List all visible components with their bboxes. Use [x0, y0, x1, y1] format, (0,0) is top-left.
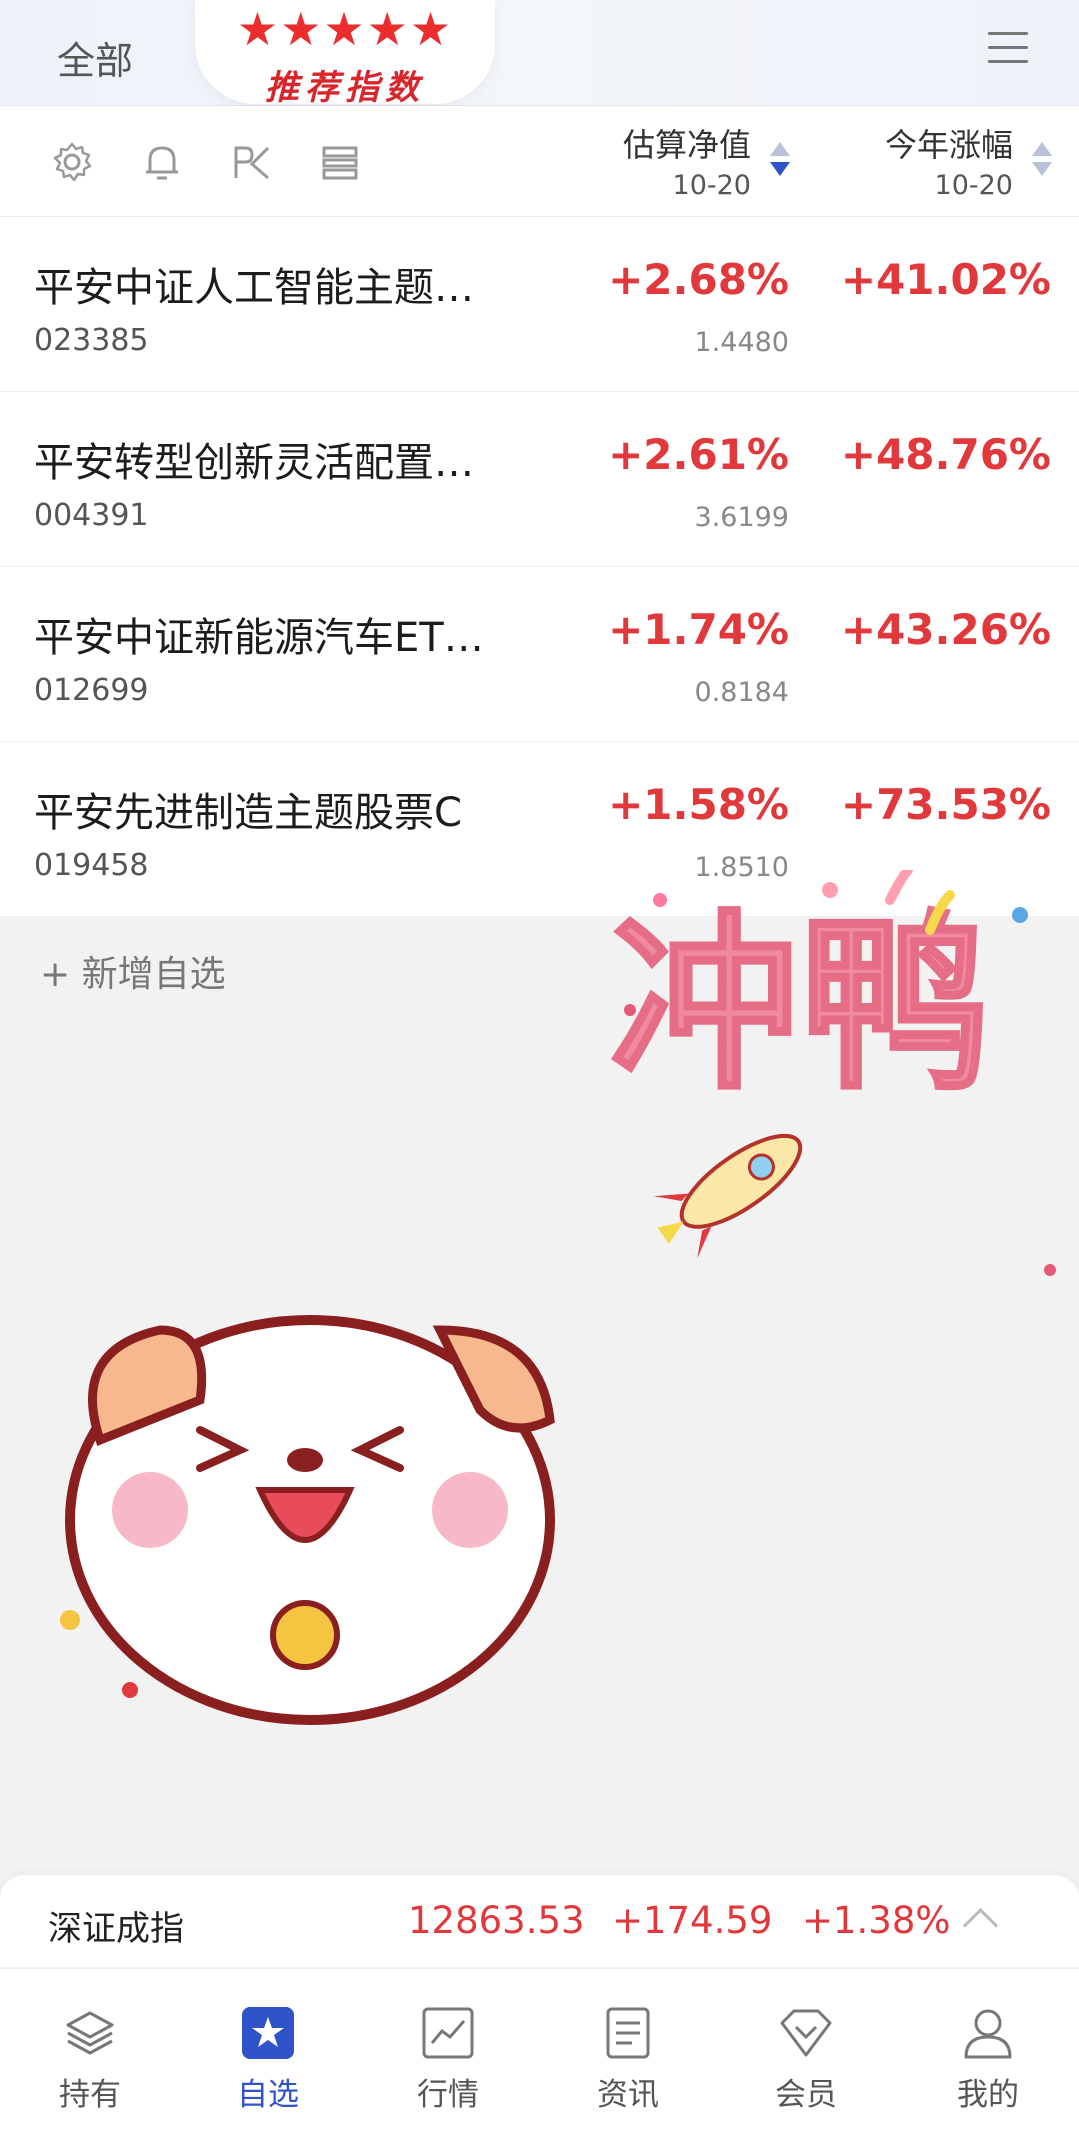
net-value: 0.8184 — [694, 677, 789, 708]
diamond-icon — [780, 2009, 832, 2057]
list-toolbar: 估算净值 10-20 今年涨幅 10-20 — [0, 106, 1079, 217]
ytd-change: +43.26% — [840, 605, 1051, 654]
sort-arrows-est[interactable] — [770, 142, 792, 186]
tab-label: 行情 — [417, 2077, 479, 2113]
tab-mine[interactable]: 我的 — [928, 2005, 1048, 2114]
dog-sticker-icon — [60, 1315, 555, 1725]
ytd-date: 10-20 — [934, 170, 1013, 201]
scope-filter[interactable]: 全部 — [57, 30, 133, 85]
est-nav-date: 10-20 — [672, 170, 751, 201]
tab-label: 持有 — [59, 2077, 121, 2113]
rating-stars: ★★★★★ — [236, 2, 454, 56]
sort-arrows-ytd[interactable] — [1032, 142, 1054, 186]
tab-label: 自选 — [237, 2077, 299, 2113]
ytd-change: +48.76% — [840, 430, 1051, 479]
top-bar: 全部 ★★★★★ 推荐指数 — [0, 0, 1079, 108]
ytd-title: 今年涨幅 — [884, 126, 1013, 164]
est-change: +1.58% — [608, 780, 789, 829]
tab-holdings[interactable]: 持有 — [30, 2005, 150, 2114]
sticker-rush-icon: 冲鸭 — [609, 870, 1056, 1276]
net-value: 3.6199 — [694, 502, 789, 533]
star-icon — [242, 2007, 294, 2059]
net-value: 1.4480 — [694, 327, 789, 358]
tab-market[interactable]: 行情 — [388, 2005, 508, 2114]
tab-label: 资讯 — [597, 2077, 659, 2113]
recommend-badge-label: 推荐指数 — [265, 68, 425, 108]
fund-name: 平安转型创新灵活配置… — [34, 440, 474, 486]
bottom-tab-bar: 持有 自选 行情 资讯 会员 我的 — [0, 1968, 1079, 2139]
fund-name: 平安中证新能源汽车ET… — [34, 615, 484, 661]
tab-member[interactable]: 会员 — [746, 2005, 866, 2114]
index-name: 深证成指 — [48, 1909, 184, 1949]
est-change: +1.74% — [608, 605, 789, 654]
fund-name: 平安先进制造主题股票C — [34, 790, 462, 836]
fund-code: 023385 — [34, 323, 149, 358]
menu-icon[interactable] — [988, 32, 1028, 66]
sort-est-nav[interactable]: 估算净值 10-20 — [623, 120, 751, 201]
est-change: +2.61% — [608, 430, 789, 479]
est-nav-title: 估算净值 — [622, 126, 751, 164]
ytd-change: +73.53% — [840, 780, 1051, 829]
index-value: 12863.53 — [408, 1899, 585, 1942]
kline-icon[interactable] — [230, 140, 274, 184]
bell-icon[interactable] — [140, 140, 184, 184]
chevron-up-icon[interactable] — [962, 1907, 999, 1944]
index-change: +174.59 — [612, 1899, 773, 1942]
chart-icon — [422, 2007, 474, 2059]
tab-label: 我的 — [957, 2077, 1019, 2113]
sort-ytd[interactable]: 今年涨幅 10-20 — [885, 120, 1013, 201]
recommend-badge[interactable]: ★★★★★ 推荐指数 — [195, 0, 495, 108]
tab-label: 会员 — [775, 2077, 837, 2113]
ytd-change: +41.02% — [840, 255, 1051, 304]
fund-row[interactable]: 平安中证人工智能主题… 023385 +2.68% 1.4480 +41.02% — [0, 217, 1079, 392]
fund-name: 平安中证人工智能主题… — [34, 265, 474, 311]
gear-icon[interactable] — [50, 140, 94, 184]
est-change: +2.68% — [608, 255, 789, 304]
layers-icon — [66, 2011, 114, 2055]
tab-news[interactable]: 资讯 — [568, 2005, 688, 2114]
fund-code: 004391 — [34, 498, 149, 533]
list-layout-icon[interactable] — [318, 140, 362, 184]
tab-watchlist[interactable]: 自选 — [208, 2005, 328, 2114]
fund-code: 012699 — [34, 673, 149, 708]
fund-code: 019458 — [34, 848, 149, 883]
add-watchlist-button[interactable]: + 新增自选 — [40, 945, 226, 997]
user-icon — [964, 2009, 1012, 2059]
fund-row[interactable]: 平安中证新能源汽车ET… 012699 +1.74% 0.8184 +43.26… — [0, 567, 1079, 742]
index-change-pct: +1.38% — [802, 1899, 951, 1942]
fund-row[interactable]: 平安转型创新灵活配置… 004391 +2.61% 3.6199 +48.76% — [0, 392, 1079, 567]
news-icon — [606, 2007, 650, 2059]
fund-list: 平安中证人工智能主题… 023385 +2.68% 1.4480 +41.02%… — [0, 217, 1079, 917]
market-index-bar[interactable]: 深证成指 12863.53 +174.59 +1.38% — [0, 1875, 1079, 1967]
